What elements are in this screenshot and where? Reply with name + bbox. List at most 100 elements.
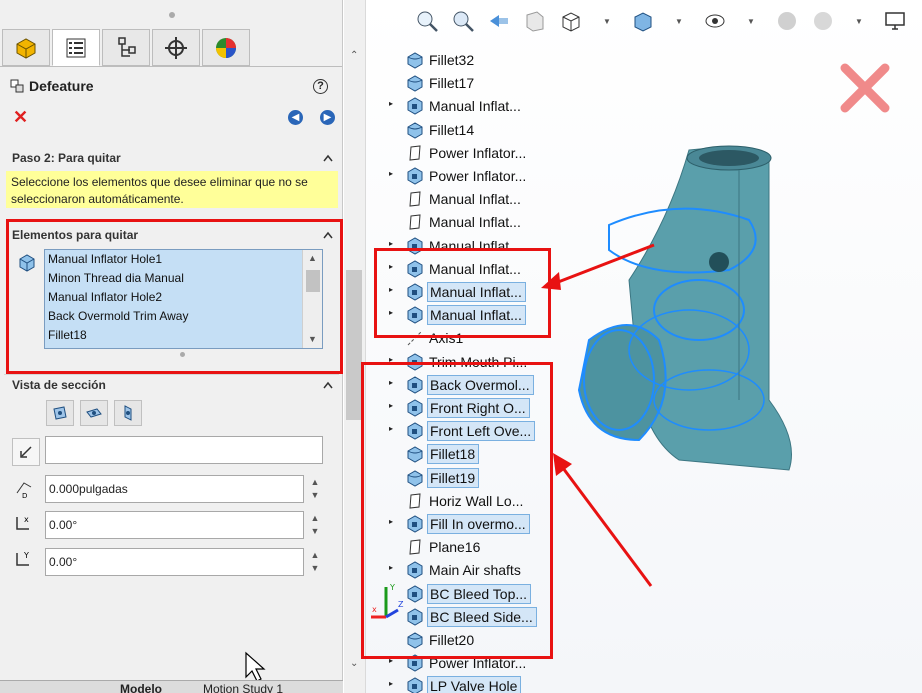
list-item[interactable]: Manual Inflator Hole2 (45, 288, 322, 307)
rotate-y-field[interactable]: 0.00° (45, 548, 304, 576)
property-manager-panel: Defeature ? ✕ ◀ ▶ Paso 2: Para quitar Se… (0, 0, 343, 693)
red-arrow-lower (553, 453, 653, 587)
tree-item[interactable]: Fillet32 (406, 49, 477, 70)
tab-motion-study[interactable]: Motion Study 1 (203, 682, 283, 693)
tab-property-manager[interactable] (52, 29, 100, 66)
hide-show-button[interactable] (702, 8, 728, 34)
tab-model[interactable]: Modelo (120, 682, 162, 693)
list-item[interactable]: Back Overmold Trim Away (45, 307, 322, 326)
page-title: Defeature (29, 78, 94, 94)
back-button[interactable]: ◀ (288, 110, 303, 125)
crosshair-icon (165, 36, 187, 59)
svg-text:D: D (22, 492, 27, 499)
edit-appearance-button[interactable] (774, 8, 800, 34)
feature-manager-icon (16, 37, 36, 59)
zoom-area-button[interactable] (450, 8, 476, 34)
tree-item[interactable]: Power Inflator... (406, 142, 529, 163)
tab-configuration-manager[interactable] (102, 29, 150, 66)
scene-icon (814, 12, 832, 30)
tree-scroll-thumb[interactable] (346, 270, 362, 420)
mouse-cursor-icon (245, 651, 266, 682)
list-item[interactable]: Fillet18 (45, 326, 322, 345)
tree-scroll-up[interactable]: ⌃ (350, 50, 358, 61)
front-plane-button[interactable] (46, 400, 74, 426)
view-settings-button[interactable] (882, 8, 908, 34)
cancel-corner-icon[interactable] (839, 62, 891, 114)
angle-x-spinner[interactable]: ▲ ▼ (308, 512, 322, 540)
section-view-header: Vista de sección (12, 378, 106, 392)
fillet-icon (407, 121, 423, 139)
rotate-x-field[interactable]: 0.00° (45, 511, 304, 539)
zoom-area-icon (453, 11, 474, 32)
view-orientation-button[interactable] (558, 8, 584, 34)
list-resize-grip[interactable] (180, 352, 185, 357)
tree-item[interactable]: Manual Inflat... (406, 188, 524, 209)
tab-display-manager[interactable] (202, 29, 250, 66)
list-item[interactable]: Manual Inflator Hole1 (45, 250, 322, 269)
instruction-message: Seleccione los elementos que desee elimi… (6, 171, 338, 208)
panel-grip[interactable] (169, 12, 175, 18)
graphics-area[interactable]: ⌃ ⌄ ▼ ▼ ▼ ▼ ▼ Fillet32 Fillet17 (344, 0, 922, 693)
section-reference-field[interactable] (45, 436, 323, 464)
monitor-icon (885, 12, 905, 30)
collapse-remove-icon[interactable] (323, 230, 333, 240)
apply-scene-dropdown[interactable]: ▼ (846, 8, 872, 34)
tree-scroll-down[interactable]: ⌄ (350, 658, 358, 669)
previous-view-icon (490, 15, 508, 27)
rotate-y-icon: Y (16, 551, 29, 566)
expand-arrow-icon[interactable]: ▸ (389, 239, 397, 248)
list-scrollbar[interactable]: ▲ ▼ (302, 250, 322, 348)
display-style-icon (634, 12, 652, 32)
tree-item-label: Power Inflator... (429, 167, 527, 184)
tree-item[interactable]: Fillet17 (406, 72, 477, 93)
collapse-section-icon[interactable] (323, 380, 333, 390)
previous-view-button[interactable] (486, 8, 512, 34)
help-icon[interactable]: ? (313, 79, 328, 94)
scroll-down-arrow[interactable]: ▼ (308, 334, 317, 344)
fillet-icon (407, 51, 423, 69)
right-plane-icon (124, 405, 132, 421)
tree-item[interactable]: Manual Inflat... (406, 211, 524, 232)
heads-up-toolbar: ▼ ▼ ▼ ▼ ▼ (414, 6, 922, 36)
display-style-button[interactable] (630, 8, 656, 34)
tree-item[interactable]: Fillet14 (406, 119, 477, 140)
tree-item-label: Fillet17 (429, 74, 475, 91)
tab-dimxpert-manager[interactable] (152, 29, 200, 66)
apply-scene-button[interactable] (810, 8, 836, 34)
expand-arrow-icon[interactable]: ▸ (389, 99, 397, 108)
scroll-thumb[interactable] (306, 270, 320, 292)
remove-items-list[interactable]: Manual Inflator Hole1 Minon Thread dia M… (44, 249, 323, 349)
tree-item-label: Power Inflator... (429, 144, 527, 161)
tree-item[interactable]: ▸ Manual Inflat... (389, 95, 524, 116)
display-style-dropdown[interactable]: ▼ (666, 8, 692, 34)
view-orientation-dropdown[interactable]: ▼ (594, 8, 620, 34)
appearance-icon (778, 12, 796, 30)
zoom-to-fit-button[interactable] (414, 8, 440, 34)
expand-arrow-icon[interactable]: ▸ (389, 169, 397, 178)
right-plane-button[interactable] (114, 400, 142, 426)
offset-distance-field[interactable]: 0.000pulgadas (45, 475, 304, 503)
extrude-cut-icon (407, 96, 423, 115)
tree-item[interactable]: ▸ Power Inflator... (389, 165, 529, 186)
svg-text:x: x (24, 515, 29, 524)
top-plane-button[interactable] (80, 400, 108, 426)
remove-items-header: Elementos para quitar (12, 228, 139, 242)
front-plane-icon (53, 406, 67, 420)
distance-spinner[interactable]: ▲ ▼ (308, 476, 322, 504)
section-view-button[interactable] (522, 8, 548, 34)
model-3d-view[interactable] (569, 140, 809, 480)
cancel-button[interactable]: ✕ (13, 108, 28, 126)
scroll-up-arrow[interactable]: ▲ (308, 253, 317, 263)
tab-feature-manager[interactable] (2, 29, 50, 66)
next-button[interactable]: ▶ (320, 110, 335, 125)
property-manager-icon (66, 38, 86, 57)
reverse-direction-button[interactable] (12, 438, 40, 466)
expand-arrow-icon[interactable]: ▸ (389, 679, 397, 688)
hide-show-dropdown[interactable]: ▼ (738, 8, 764, 34)
feature-cube-icon (19, 254, 35, 272)
collapse-step-icon[interactable] (323, 153, 333, 163)
view-settings-dropdown[interactable]: ▼ (918, 8, 922, 34)
list-item[interactable]: Minon Thread dia Manual (45, 269, 322, 288)
angle-y-spinner[interactable]: ▲ ▼ (308, 549, 322, 577)
tree-item[interactable]: ▸ LP Valve Hole (389, 675, 522, 693)
